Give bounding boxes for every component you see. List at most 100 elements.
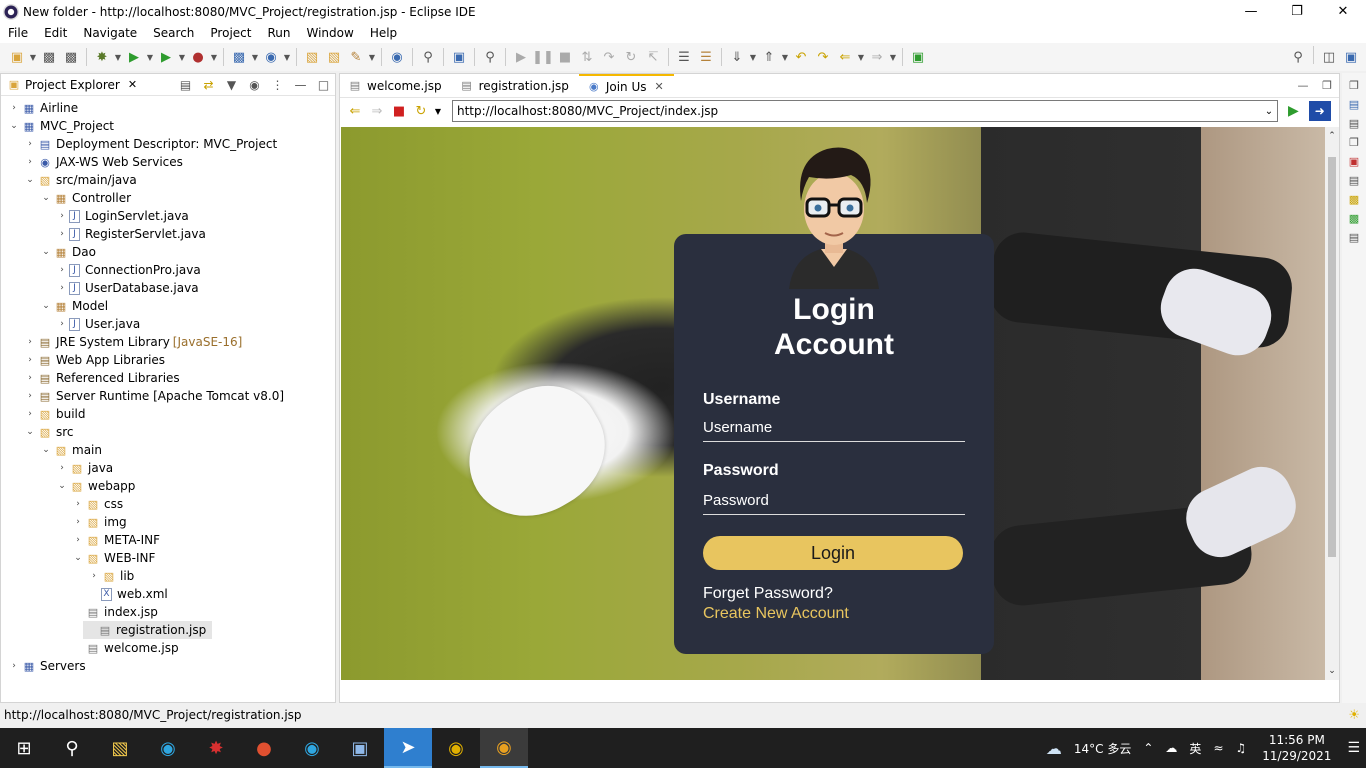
onedrive-icon[interactable]: ☁ bbox=[1165, 741, 1177, 755]
chevron-right-icon[interactable]: › bbox=[23, 157, 37, 167]
restore-button[interactable]: ❐ bbox=[1274, 0, 1320, 23]
servers-icon[interactable]: ▩ bbox=[1349, 193, 1359, 206]
chevron-right-icon[interactable]: › bbox=[23, 337, 37, 347]
tree-item[interactable]: ⌄ ▧ src bbox=[23, 423, 77, 441]
chevron-down-icon[interactable]: ⌄ bbox=[7, 121, 21, 131]
maximize-editor-icon[interactable]: ❐ bbox=[1315, 79, 1339, 92]
menu-project[interactable]: Project bbox=[202, 26, 259, 40]
refresh-icon[interactable]: ↻ bbox=[410, 100, 432, 122]
chevron-right-icon[interactable]: › bbox=[55, 265, 69, 275]
tree-item[interactable]: › ◉ JAX-WS Web Services bbox=[23, 153, 186, 171]
chevron-right-icon[interactable]: › bbox=[23, 355, 37, 365]
chevron-down-icon[interactable]: ⌄ bbox=[23, 427, 37, 437]
menu-dropdown-icon[interactable]: ▼ bbox=[432, 100, 444, 122]
save-icon[interactable]: ▩ bbox=[38, 46, 60, 68]
java-ee-perspective-icon[interactable]: ▣ bbox=[1340, 46, 1362, 68]
chevron-right-icon[interactable]: › bbox=[7, 661, 21, 671]
tree-item[interactable]: › ▤ Server Runtime [Apache Tomcat v8.0] bbox=[23, 387, 287, 405]
task-list-icon[interactable]: ▤ bbox=[1349, 117, 1359, 130]
tree-item[interactable]: › ▦ Airline bbox=[7, 99, 81, 117]
snippets-icon[interactable]: ▤ bbox=[1349, 231, 1359, 244]
tree-item[interactable]: ⌄ ▦ Controller bbox=[39, 189, 134, 207]
tree-item[interactable]: › ▧ META-INF bbox=[71, 531, 163, 549]
pen-icon[interactable]: ✎ bbox=[345, 46, 367, 68]
console-icon[interactable]: ▣ bbox=[448, 46, 470, 68]
pin-editor-icon[interactable]: ▣ bbox=[907, 46, 929, 68]
chevron-down-icon[interactable]: ⌄ bbox=[55, 481, 69, 491]
scroll-thumb[interactable] bbox=[1328, 157, 1336, 557]
close-button[interactable]: ✕ bbox=[1320, 0, 1366, 23]
filter-icon[interactable]: ▼ bbox=[220, 78, 243, 92]
tree-item[interactable]: › ▧ css bbox=[71, 495, 126, 513]
external-tools-icon[interactable]: ▶ bbox=[155, 46, 177, 68]
file-explorer-icon[interactable]: ▧ bbox=[96, 728, 144, 768]
forward-icon[interactable]: ⇒ bbox=[866, 46, 888, 68]
go-icon[interactable]: ▶ bbox=[1288, 103, 1299, 119]
markers-icon[interactable]: ▣ bbox=[1349, 155, 1359, 168]
ime-indicator[interactable]: 英 bbox=[1189, 740, 1201, 757]
chevron-down-icon[interactable]: ⌄ bbox=[39, 445, 53, 455]
chevron-up-icon[interactable]: ⌃ bbox=[1143, 741, 1153, 755]
weather-text[interactable]: 14°C 多云 bbox=[1074, 740, 1131, 757]
last-edit-icon[interactable]: ↶ bbox=[790, 46, 812, 68]
menu-edit[interactable]: Edit bbox=[36, 26, 75, 40]
volume-icon[interactable]: ♫ bbox=[1236, 741, 1247, 755]
menu-run[interactable]: Run bbox=[259, 26, 298, 40]
chevron-right-icon[interactable]: › bbox=[87, 571, 101, 581]
lightbulb-icon[interactable]: ☀ bbox=[1348, 708, 1360, 723]
chevron-down-icon[interactable]: ⌄ bbox=[23, 175, 37, 185]
minimize-icon[interactable]: — bbox=[289, 78, 312, 92]
tab-registration-jsp[interactable]: ▤ registration.jsp bbox=[452, 74, 579, 97]
new-class-dropdown-icon[interactable]: ▼ bbox=[282, 46, 292, 68]
edge-icon[interactable]: ◉ bbox=[144, 728, 192, 768]
step-over-icon[interactable]: ↻ bbox=[620, 46, 642, 68]
tree-item[interactable]: Xweb.xml bbox=[87, 585, 171, 603]
network-app-icon[interactable]: ▣ bbox=[336, 728, 384, 768]
tree-item[interactable]: › ▧ img bbox=[71, 513, 130, 531]
windows-start-icon[interactable]: ⊞ bbox=[0, 728, 48, 768]
chevron-right-icon[interactable]: › bbox=[55, 463, 69, 473]
back-icon[interactable]: ⇐ bbox=[834, 46, 856, 68]
tree-item[interactable]: › ▤ JRE System Library [JavaSE-16] bbox=[23, 333, 242, 351]
link-editor-icon[interactable]: ⇄ bbox=[197, 78, 220, 92]
tree-item[interactable]: ⌄ ▦ Dao bbox=[39, 243, 99, 261]
new-java-class-icon[interactable]: ◉ bbox=[260, 46, 282, 68]
forward-dropdown-icon[interactable]: ▼ bbox=[888, 46, 898, 68]
tree-item[interactable]: ⌄ ▧ main bbox=[39, 441, 105, 459]
chevron-right-icon[interactable]: › bbox=[23, 139, 37, 149]
search-icon[interactable]: ⚲ bbox=[1287, 46, 1309, 68]
tree-item[interactable]: › J RegisterServlet.java bbox=[55, 225, 209, 243]
open-perspective-icon[interactable]: ◫ bbox=[1318, 46, 1340, 68]
tree-item[interactable]: › J LoginServlet.java bbox=[55, 207, 192, 225]
open-type-icon[interactable]: ▧ bbox=[301, 46, 323, 68]
url-dropdown-icon[interactable]: ⌄ bbox=[1261, 106, 1277, 117]
run-icon[interactable]: ▶ bbox=[123, 46, 145, 68]
login-button[interactable]: Login bbox=[703, 536, 963, 570]
next-edit-icon[interactable]: ⇓ bbox=[726, 46, 748, 68]
chevron-down-icon[interactable]: ⌄ bbox=[39, 247, 53, 257]
next-annotation-icon[interactable]: ☰ bbox=[695, 46, 717, 68]
step-into-icon[interactable]: ↷ bbox=[598, 46, 620, 68]
tree-item[interactable]: ⌄ ▧ src/main/java bbox=[23, 171, 140, 189]
tree-item[interactable]: ⌄ ▧ WEB-INF bbox=[71, 549, 158, 567]
tree-item[interactable]: › J ConnectionPro.java bbox=[55, 261, 204, 279]
chevron-right-icon[interactable]: › bbox=[7, 103, 21, 113]
chevron-right-icon[interactable]: › bbox=[55, 211, 69, 221]
tree-item[interactable]: › ▧ build bbox=[23, 405, 89, 423]
properties-icon[interactable]: ▤ bbox=[1349, 174, 1359, 187]
tree-item[interactable]: ▤ index.jsp bbox=[71, 603, 161, 621]
chevron-down-icon[interactable]: ⌄ bbox=[39, 301, 53, 311]
resume-icon[interactable]: ▶ bbox=[510, 46, 532, 68]
tree-item[interactable]: ▤ registration.jsp bbox=[83, 621, 213, 639]
coverage-icon[interactable]: ● bbox=[187, 46, 209, 68]
menu-file[interactable]: File bbox=[0, 26, 36, 40]
pen-dropdown-icon[interactable]: ▼ bbox=[367, 46, 377, 68]
edge-dev-icon[interactable]: ◉ bbox=[288, 728, 336, 768]
create-account-link[interactable]: Create New Account bbox=[703, 605, 849, 623]
debug-icon[interactable]: ✸ bbox=[91, 46, 113, 68]
search-tool-icon[interactable]: ⚲ bbox=[417, 46, 439, 68]
new-dropdown-icon[interactable]: ▼ bbox=[28, 46, 38, 68]
chevron-right-icon[interactable]: › bbox=[23, 373, 37, 383]
menu-window[interactable]: Window bbox=[298, 26, 361, 40]
minimize-button[interactable]: — bbox=[1228, 0, 1274, 23]
